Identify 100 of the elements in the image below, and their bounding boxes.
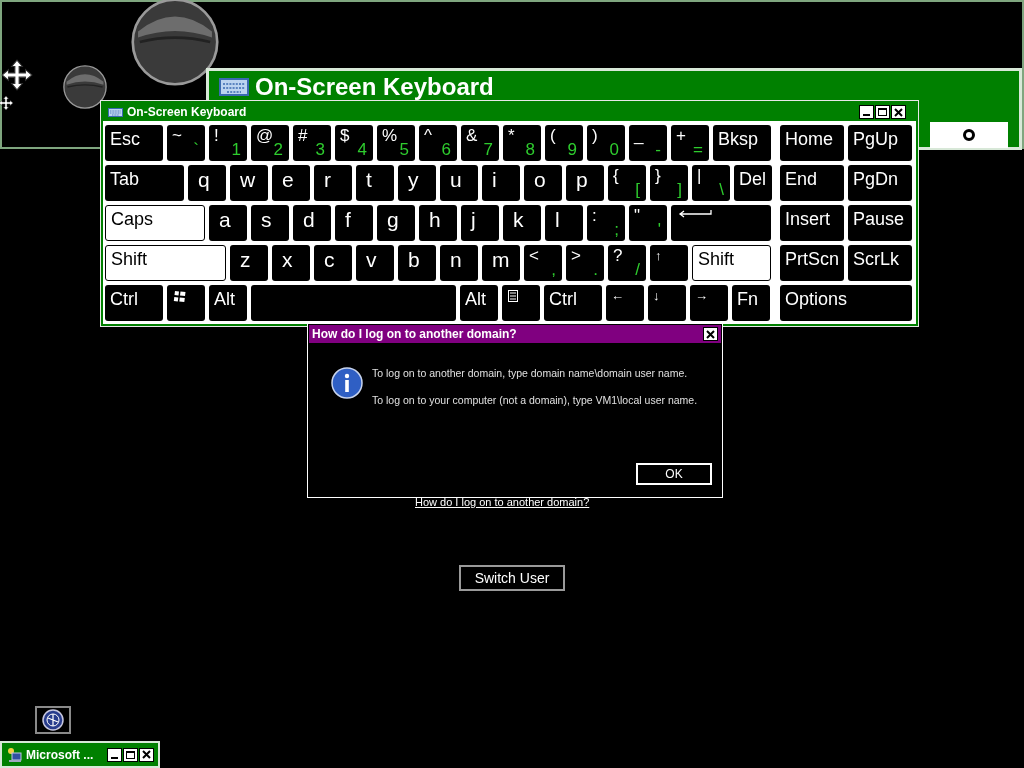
base-symbol: 7 bbox=[483, 140, 493, 160]
domain-help-link[interactable]: How do I log on to another domain? bbox=[415, 494, 590, 511]
key[interactable]: g bbox=[377, 205, 415, 241]
shift-symbol: | bbox=[697, 166, 702, 186]
key[interactable]: PrtScn bbox=[780, 245, 844, 281]
key[interactable]: p bbox=[566, 165, 604, 201]
key[interactable]: Shift bbox=[105, 245, 226, 281]
key[interactable]: Shift bbox=[692, 245, 771, 281]
key[interactable]: ↓ bbox=[648, 285, 686, 321]
maximize-button[interactable] bbox=[875, 105, 890, 119]
switch-user-button[interactable]: Switch User bbox=[459, 565, 565, 591]
key[interactable]: } ] bbox=[650, 165, 688, 201]
close-button[interactable] bbox=[703, 327, 718, 341]
key[interactable]: a bbox=[209, 205, 247, 241]
close-icon bbox=[894, 107, 903, 117]
key[interactable]: y bbox=[398, 165, 436, 201]
key[interactable]: i bbox=[482, 165, 520, 201]
magnified-window-title: On-Screen Keyboard bbox=[255, 72, 494, 102]
key[interactable]: w bbox=[230, 165, 268, 201]
key[interactable]: Home bbox=[780, 125, 844, 161]
key[interactable]: ← bbox=[606, 285, 644, 321]
key[interactable]: Bksp bbox=[713, 125, 771, 161]
shift-symbol: ) bbox=[592, 126, 598, 146]
key[interactable]: t bbox=[356, 165, 394, 201]
key[interactable]: ? / bbox=[608, 245, 646, 281]
key[interactable]: c bbox=[314, 245, 352, 281]
key[interactable]: j bbox=[461, 205, 499, 241]
key[interactable]: " ' bbox=[629, 205, 667, 241]
key[interactable]: r bbox=[314, 165, 352, 201]
key[interactable]: o bbox=[524, 165, 562, 201]
ok-button[interactable]: OK bbox=[636, 463, 712, 485]
key[interactable]: ) 0 bbox=[587, 125, 625, 161]
close-button[interactable] bbox=[139, 747, 154, 762]
key[interactable]: @ 2 bbox=[251, 125, 289, 161]
shift-symbol: _ bbox=[634, 126, 644, 146]
key[interactable]: k bbox=[503, 205, 541, 241]
key[interactable]: u bbox=[440, 165, 478, 201]
key[interactable]: Pause bbox=[848, 205, 912, 241]
key[interactable]: { [ bbox=[608, 165, 646, 201]
key[interactable]: > . bbox=[566, 245, 604, 281]
key[interactable]: m bbox=[482, 245, 520, 281]
key[interactable]: _ - bbox=[629, 125, 667, 161]
key[interactable]: Fn bbox=[732, 285, 770, 321]
key[interactable]: ( 9 bbox=[545, 125, 583, 161]
minimize-button[interactable] bbox=[859, 105, 874, 119]
keyboard-icon bbox=[219, 78, 249, 96]
maximize-button[interactable] bbox=[123, 747, 138, 762]
key[interactable]: ~ ` bbox=[167, 125, 205, 161]
key[interactable]: ↑ bbox=[650, 245, 688, 281]
key[interactable]: → bbox=[690, 285, 728, 321]
key[interactable]: z bbox=[230, 245, 268, 281]
key[interactable]: h bbox=[419, 205, 457, 241]
key[interactable]: e bbox=[272, 165, 310, 201]
key[interactable]: Ctrl bbox=[105, 285, 163, 321]
key[interactable]: v bbox=[356, 245, 394, 281]
key[interactable]: % 5 bbox=[377, 125, 415, 161]
key[interactable]: < , bbox=[524, 245, 562, 281]
key[interactable] bbox=[167, 285, 205, 321]
key[interactable]: ScrLk bbox=[848, 245, 912, 281]
key[interactable]: Alt bbox=[460, 285, 498, 321]
minimize-button[interactable] bbox=[107, 747, 122, 762]
key[interactable]: x bbox=[272, 245, 310, 281]
key[interactable]: d bbox=[293, 205, 331, 241]
key[interactable]: & 7 bbox=[461, 125, 499, 161]
key[interactable]: Alt bbox=[209, 285, 247, 321]
key[interactable]: Caps bbox=[105, 205, 205, 241]
key[interactable]: | \ bbox=[692, 165, 730, 201]
menu-key-icon bbox=[508, 290, 518, 302]
key[interactable] bbox=[671, 205, 771, 241]
key[interactable]: PgDn bbox=[848, 165, 912, 201]
key[interactable]: Options bbox=[780, 285, 912, 321]
key[interactable]: Tab bbox=[105, 165, 184, 201]
maximize-icon bbox=[126, 750, 135, 759]
key[interactable]: : ; bbox=[587, 205, 625, 241]
key[interactable]: ^ 6 bbox=[419, 125, 457, 161]
base-symbol: [ bbox=[635, 180, 640, 200]
base-symbol: 4 bbox=[357, 140, 367, 160]
key[interactable] bbox=[502, 285, 540, 321]
key[interactable]: End bbox=[780, 165, 844, 201]
key[interactable]: + = bbox=[671, 125, 709, 161]
move-cursor-icon bbox=[0, 58, 34, 92]
key[interactable]: q bbox=[188, 165, 226, 201]
key[interactable]: Ctrl bbox=[544, 285, 602, 321]
key[interactable]: * 8 bbox=[503, 125, 541, 161]
key[interactable]: f bbox=[335, 205, 373, 241]
key[interactable]: l bbox=[545, 205, 583, 241]
shift-symbol: } bbox=[655, 166, 661, 186]
key[interactable]: Insert bbox=[780, 205, 844, 241]
key[interactable]: s bbox=[251, 205, 289, 241]
key[interactable]: n bbox=[440, 245, 478, 281]
key[interactable]: ! 1 bbox=[209, 125, 247, 161]
key[interactable]: Esc bbox=[105, 125, 163, 161]
close-button[interactable] bbox=[891, 105, 906, 119]
accessibility-button[interactable] bbox=[35, 706, 71, 734]
key[interactable]: Del bbox=[734, 165, 772, 201]
key[interactable]: b bbox=[398, 245, 436, 281]
key[interactable]: $ 4 bbox=[335, 125, 373, 161]
key[interactable]: PgUp bbox=[848, 125, 912, 161]
keyboard-icon bbox=[108, 107, 123, 117]
key[interactable]: # 3 bbox=[293, 125, 331, 161]
